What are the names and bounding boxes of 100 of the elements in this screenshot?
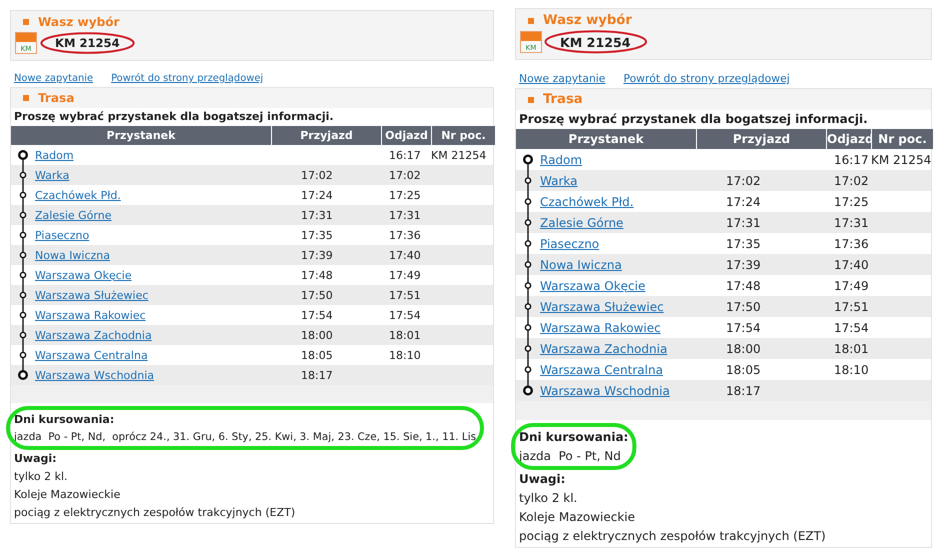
stop-link[interactable]: Warszawa Zachodnia (35, 328, 152, 342)
arrival-time: 18:00 (301, 328, 333, 342)
stop-link[interactable]: Czachówek Płd. (540, 194, 634, 208)
route-marker-icon (522, 212, 534, 233)
stop-link[interactable]: Warszawa Rakowiec (540, 320, 661, 334)
days-text: jazda Po - Pt, Nd, oprócz 24., 31. Gru, 6. Sty, 25. Kwi, 3. Maj, 23. Cze, 15. Sie, 1., 11. Lis (14, 431, 476, 443)
train-number: KM 21254 (55, 36, 120, 50)
remark-text: tylko 2 kl. (519, 491, 578, 505)
departure-time: 17:54 (834, 320, 869, 334)
route-marker-icon (17, 245, 29, 265)
column-header: Odjazd (381, 126, 431, 145)
departure-time: 17:40 (834, 258, 869, 272)
train-number: KM 21254 (431, 148, 486, 162)
column-header: Nr poc. (431, 126, 495, 145)
arrival-time: 18:05 (301, 348, 333, 362)
remark-text: pociąg z elektrycznych zespołów trakcyjnych (EZT) (14, 506, 296, 519)
departure-time: 17:51 (389, 288, 421, 302)
arrival-time: 17:39 (301, 248, 333, 262)
arrival-time: 17:31 (726, 216, 761, 230)
departure-time: 17:36 (834, 236, 869, 250)
departure-time: 17:02 (834, 174, 869, 188)
stop-link[interactable]: Radom (540, 152, 582, 166)
column-header: Przyjazd (696, 129, 826, 149)
stop-link[interactable]: Warszawa Okęcie (540, 278, 646, 292)
arrival-time: 17:35 (726, 236, 761, 250)
remark-text: Koleje Mazowieckie (519, 510, 636, 524)
train-number: KM 21254 (560, 34, 630, 50)
stop-link[interactable]: Radom (35, 148, 74, 162)
departure-time: 17:31 (834, 216, 869, 230)
stop-link[interactable]: Warszawa Wschodnia (35, 368, 154, 382)
nav-link[interactable]: Powrót do strony przeglądowej (111, 73, 264, 84)
departure-time: 16:17 (389, 148, 421, 162)
arrival-time: 17:31 (301, 208, 333, 222)
arrival-time: 17:24 (726, 194, 761, 208)
nav-link[interactable]: Powrót do strony przeglądowej (623, 72, 790, 85)
remark-text: pociąg z elektrycznych zespołów trakcyjnych (EZT) (519, 529, 827, 543)
stop-link[interactable]: Warka (35, 168, 70, 182)
arrival-time: 18:17 (301, 368, 333, 382)
stop-link[interactable]: Warszawa Rakowiec (35, 308, 146, 322)
stop-link[interactable]: Piaseczno (540, 236, 600, 250)
arrival-time: 17:48 (726, 278, 761, 292)
stop-link[interactable]: Warszawa Okęcie (35, 268, 132, 282)
departure-time: 17:54 (389, 308, 421, 322)
column-header: Przyjazd (271, 126, 381, 145)
stop-link[interactable]: Warszawa Centralna (540, 362, 663, 376)
days-label: Dni kursowania: (14, 413, 116, 426)
route-marker-icon (17, 165, 29, 185)
departure-time: 18:01 (389, 328, 421, 342)
nav-link[interactable]: Nowe zapytanie (519, 72, 606, 85)
remark-text: tylko 2 kl. (14, 470, 69, 483)
stop-link[interactable]: Nowa Iwiczna (35, 248, 110, 262)
departure-time: 17:49 (389, 268, 421, 282)
stop-link[interactable]: Warszawa Służewiec (35, 288, 148, 302)
arrival-time: 17:02 (726, 174, 761, 188)
departure-time: 17:49 (834, 278, 869, 292)
departure-time: 18:10 (834, 362, 869, 376)
stop-link[interactable]: Zalesie Górne (540, 216, 624, 230)
bullet-icon (23, 19, 29, 25)
arrival-time: 18:00 (726, 342, 761, 356)
days-label: Dni kursowania: (519, 430, 628, 444)
stop-link[interactable]: Warszawa Zachodnia (540, 342, 668, 356)
stop-link[interactable]: Warszawa Służewiec (540, 300, 664, 314)
arrival-time: 17:50 (301, 288, 333, 302)
departure-time: 17:25 (834, 194, 869, 208)
instruction-text: Proszę wybrać przystanek dla bogatszej informacji. (13, 109, 335, 125)
arrival-time: 18:05 (726, 362, 761, 376)
arrival-time: 17:02 (301, 168, 333, 182)
route-marker-icon (17, 285, 29, 305)
route-marker-icon (522, 254, 534, 275)
arrival-time: 17:48 (301, 268, 333, 282)
route-marker-icon (17, 205, 29, 225)
bullet-icon (528, 18, 534, 24)
departure-time: 18:01 (834, 342, 869, 356)
stop-link[interactable]: Zalesie Górne (35, 208, 112, 222)
arrival-time: 17:54 (726, 320, 761, 334)
instruction-text: Proszę wybrać przystanek dla bogatszej informacji. (518, 111, 869, 128)
nav-link[interactable]: Nowe zapytanie (14, 73, 94, 84)
stop-link[interactable]: Piaseczno (35, 228, 90, 242)
route-marker-icon (522, 296, 534, 317)
column-header: Przystanek (516, 129, 696, 149)
route-marker-icon (17, 325, 29, 345)
days-text: jazda Po - Pt, Nd (519, 449, 622, 463)
departure-time: 17:36 (389, 228, 421, 242)
departure-time: 17:31 (389, 208, 421, 222)
stop-link[interactable]: Nowa Iwiczna (540, 258, 622, 272)
arrival-time: 18:17 (726, 384, 761, 398)
train-number: KM 21254 (871, 152, 932, 166)
column-header: Nr poc. (871, 129, 933, 149)
stop-link[interactable]: Czachówek Płd. (35, 188, 121, 202)
bullet-icon (23, 95, 29, 101)
stop-link[interactable]: Warszawa Wschodnia (540, 384, 670, 398)
route-marker-icon (522, 170, 534, 191)
stop-link[interactable]: Warszawa Centralna (35, 348, 148, 362)
departure-time: 17:40 (389, 248, 421, 262)
arrival-time: 17:24 (301, 188, 333, 202)
remark-text: Koleje Mazowieckie (14, 488, 122, 501)
arrival-time: 17:50 (726, 300, 761, 314)
column-header: Przystanek (11, 126, 271, 145)
stop-link[interactable]: Warka (540, 174, 578, 188)
departure-time: 18:10 (389, 348, 421, 362)
